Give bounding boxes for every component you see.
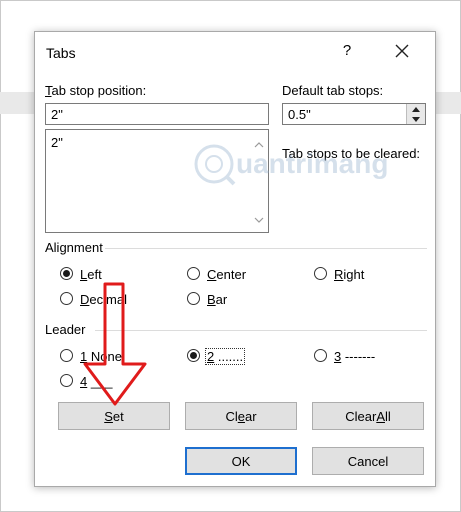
spin-down-icon[interactable] — [406, 114, 425, 124]
alignment-bar-text: ar — [215, 292, 228, 307]
close-icon[interactable] — [391, 40, 413, 62]
scroll-down-icon[interactable] — [254, 211, 264, 226]
alignment-left-label[interactable]: Left — [80, 267, 102, 282]
alignment-right-mnemonic: R — [334, 267, 344, 282]
alignment-separator — [105, 248, 427, 249]
alignment-bar-radio[interactable] — [187, 292, 200, 305]
leader-4-radio[interactable] — [60, 374, 73, 387]
spin-up-icon[interactable] — [406, 104, 425, 114]
alignment-left-text: eft — [87, 267, 102, 282]
clear-mnemonic: e — [237, 408, 245, 424]
clear-text-pre: Cl — [225, 408, 238, 424]
tab-stop-list-item[interactable]: 2" — [51, 135, 63, 150]
selected-dot — [190, 352, 197, 359]
leader-group-label: Leader — [45, 322, 86, 337]
clear-all-text: ll — [384, 408, 391, 424]
leader-3-text: ------- — [341, 349, 376, 364]
alignment-right-label[interactable]: Right — [334, 267, 364, 282]
leader-3-radio[interactable] — [314, 349, 327, 362]
alignment-center-mnemonic: C — [207, 267, 217, 282]
leader-1-label[interactable]: 1 None — [80, 349, 122, 364]
alignment-right-text: ight — [343, 267, 365, 282]
cancel-button[interactable]: Cancel — [312, 447, 424, 475]
tab-stop-list-scrollbar[interactable] — [250, 130, 268, 232]
set-text: et — [112, 408, 124, 424]
help-button[interactable]: ? — [339, 42, 355, 62]
tab-stop-position-label: Tab stop position: — [45, 83, 146, 98]
default-tab-stops-input[interactable]: 0.5" — [282, 103, 426, 125]
selected-dot — [63, 270, 70, 277]
clear-all-mnemonic: A — [376, 408, 385, 424]
scroll-up-icon[interactable] — [254, 136, 264, 151]
clear-text: ar — [244, 408, 257, 424]
alignment-decimal-radio[interactable] — [60, 292, 73, 305]
alignment-decimal-label[interactable]: Decimal — [80, 292, 127, 307]
leader-1-text: None — [87, 349, 122, 364]
alignment-right-radio[interactable] — [314, 267, 327, 280]
alignment-center-radio[interactable] — [187, 267, 200, 280]
tabs-dialog: Tabs ? Tab stop position: 2" 2" Default … — [34, 31, 436, 487]
clear-button[interactable]: Cl e ar — [185, 402, 297, 430]
leader-separator — [95, 330, 427, 331]
ok-button[interactable]: OK — [185, 447, 297, 475]
set-mnemonic: S — [104, 408, 113, 424]
leader-4-label[interactable]: 4 ___ — [80, 374, 113, 389]
default-tab-stops-label: Default tab stops: — [282, 83, 384, 98]
tab-stop-position-label-text: ab stop position: — [51, 83, 147, 98]
alignment-center-label[interactable]: Center — [207, 267, 246, 282]
tab-stop-position-value: 2" — [51, 107, 63, 122]
leader-2-label[interactable]: 2 ....... — [205, 348, 246, 365]
leader-2-text: ....... — [214, 349, 244, 364]
leader-1-radio[interactable] — [60, 349, 73, 362]
dialog-title: Tabs — [46, 45, 76, 61]
alignment-decimal-text: ecimal — [89, 292, 127, 307]
leader-3-label[interactable]: 3 ------- — [334, 349, 375, 364]
tab-stop-position-input[interactable]: 2" — [45, 103, 269, 125]
set-button[interactable]: Set — [58, 402, 170, 430]
alignment-group-label: Alignment — [45, 240, 103, 255]
default-tab-stops-value: 0.5" — [288, 107, 311, 122]
alignment-left-radio[interactable] — [60, 267, 73, 280]
tab-stops-to-be-cleared-label: Tab stops to be cleared: — [282, 146, 421, 161]
clear-all-text-pre: Clear — [345, 408, 377, 424]
alignment-bar-mnemonic: B — [207, 292, 216, 307]
alignment-bar-label[interactable]: Bar — [207, 292, 227, 307]
leader-2-radio[interactable] — [187, 349, 200, 362]
tab-stop-list[interactable]: 2" — [45, 129, 269, 233]
leader-4-text: ___ — [87, 374, 113, 389]
alignment-decimal-mnemonic: D — [80, 292, 90, 307]
clear-all-button[interactable]: Clear All — [312, 402, 424, 430]
alignment-center-text: enter — [216, 267, 247, 282]
